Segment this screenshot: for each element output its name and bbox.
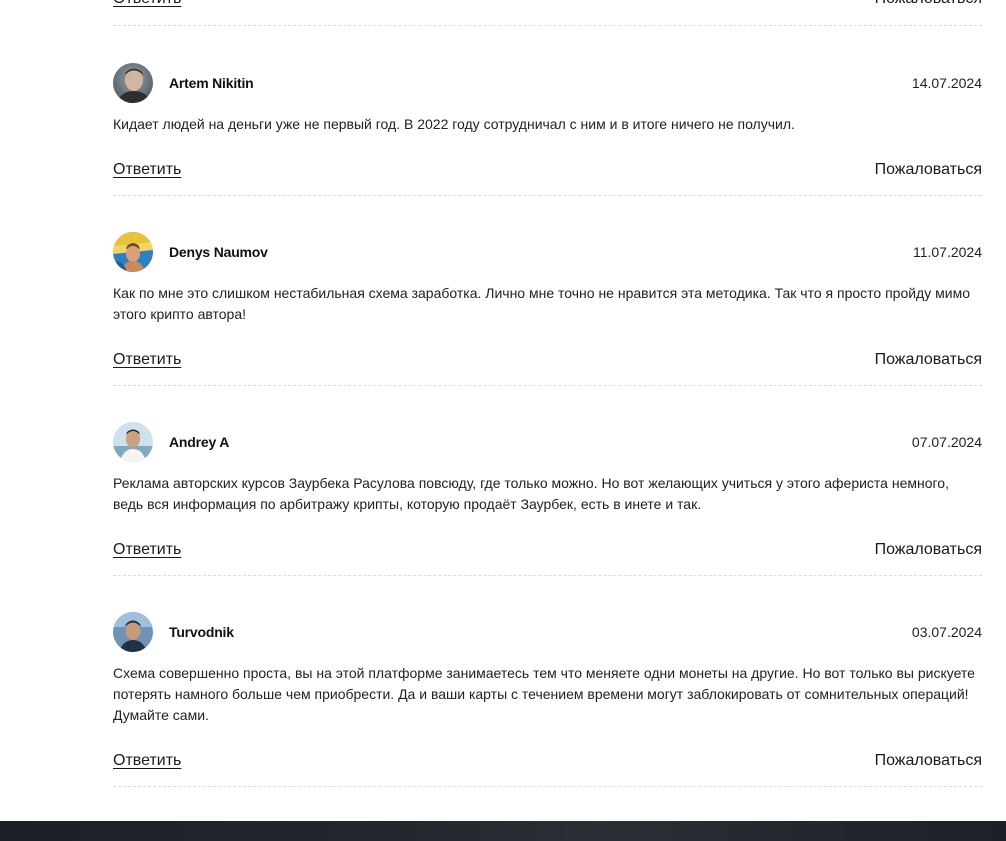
report-link[interactable]: Пожаловаться [875,0,982,8]
avatar[interactable] [113,422,153,462]
comment-divider [113,25,982,26]
comment-divider [113,786,982,787]
avatar[interactable] [113,232,153,272]
report-link[interactable]: Пожаловаться [875,161,982,179]
comment-actions: Ответить Пожаловаться [113,538,982,562]
comment-divider [113,195,982,196]
report-link[interactable]: Пожаловаться [875,351,982,369]
avatar[interactable] [113,63,153,103]
comment-header: Andrey A 07.07.2024 [113,422,982,462]
reply-link[interactable]: Ответить [113,752,181,770]
comment-actions: Ответить Пожаловаться [113,158,982,182]
comment-actions: Ответить Пожаловаться [113,749,982,773]
comment-author: Turvodnik [169,624,234,640]
comment-author: Andrey A [169,434,230,450]
comment-date: 03.07.2024 [911,624,982,640]
comment-author: Denys Naumov [169,244,268,260]
comment-date: 14.07.2024 [911,75,982,91]
comment-date: 11.07.2024 [912,244,982,260]
reply-link[interactable]: Ответить [113,541,181,559]
previous-comment-actions: Ответить Пожаловаться [113,0,982,27]
comment-item: Turvodnik 03.07.2024 Схема совершенно пр… [113,612,982,787]
comment-text: Как по мне это слишком нестабильная схем… [113,285,970,322]
comment-header: Turvodnik 03.07.2024 [113,612,982,652]
comment-item: Denys Naumov 11.07.2024 Как по мне это с… [113,232,982,386]
comment-date: 07.07.2024 [911,434,982,450]
comment-item: Artem Nikitin 14.07.2024 Кидает людей на… [113,63,982,196]
comment-divider [113,575,982,576]
comment-header: Artem Nikitin 14.07.2024 [113,63,982,103]
report-link[interactable]: Пожаловаться [875,752,982,770]
comment-actions: Ответить Пожаловаться [113,348,982,372]
comment-item: Andrey A 07.07.2024 Реклама авторских ку… [113,422,982,576]
comments-page: Ответить Пожаловаться [0,0,1006,841]
report-link[interactable]: Пожаловаться [875,541,982,559]
comment-text: Кидает людей на деньги уже не первый год… [113,116,795,132]
reply-link[interactable]: Ответить [113,161,181,179]
comment-text: Реклама авторских курсов Заурбека Расуло… [113,475,949,512]
site-footer [0,821,1006,841]
reply-link[interactable]: Ответить [113,351,181,369]
comment-author: Artem Nikitin [169,75,254,91]
comment-header: Denys Naumov 11.07.2024 [113,232,982,272]
comment-text: Схема совершенно проста, вы на этой плат… [113,665,975,723]
reply-link[interactable]: Ответить [113,0,181,8]
avatar[interactable] [113,612,153,652]
comment-divider [113,385,982,386]
